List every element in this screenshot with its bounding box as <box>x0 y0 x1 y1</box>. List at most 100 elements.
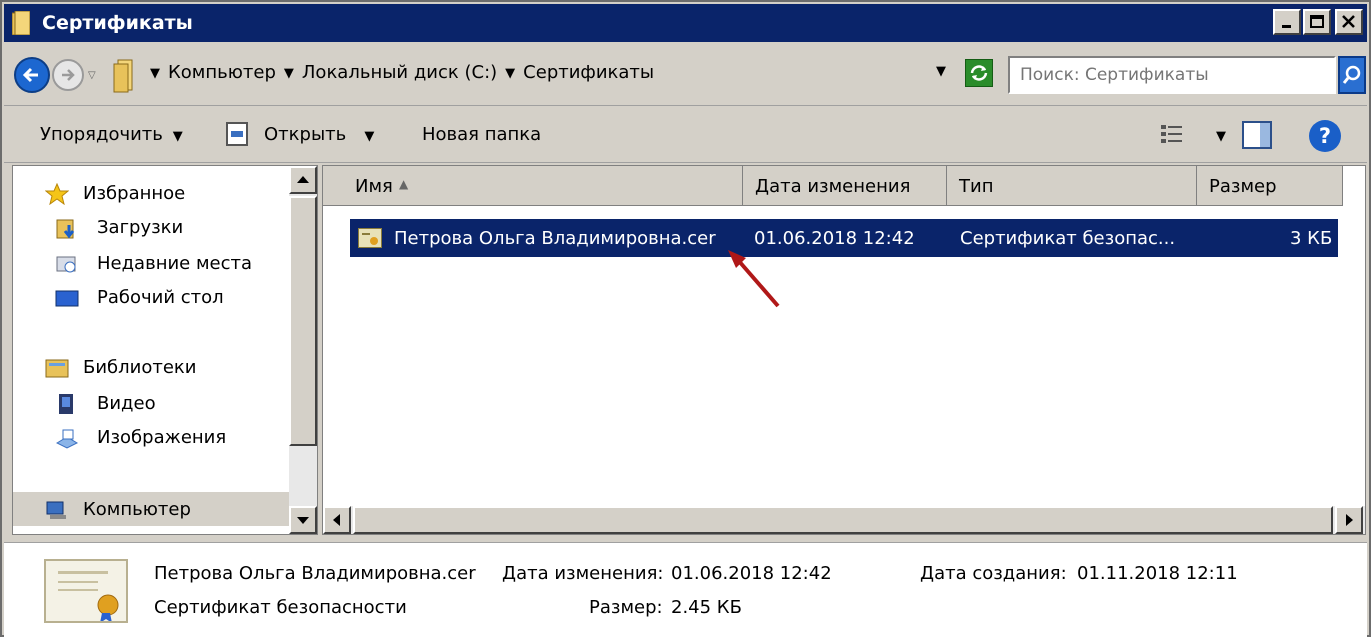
arrow-left-icon <box>22 67 38 83</box>
nav-scrollbar[interactable] <box>289 166 317 534</box>
preview-pane-icon <box>1260 123 1270 147</box>
folder-icon <box>12 11 30 35</box>
details-created-label: Дата создания: <box>920 563 1067 584</box>
libraries-icon <box>45 359 69 378</box>
preview-pane-button[interactable] <box>1242 121 1272 149</box>
column-header-type[interactable]: Тип <box>947 166 1197 206</box>
sidebar-item-recent[interactable]: Недавние места <box>13 246 289 280</box>
file-type: Сертификат безопас... <box>960 228 1176 249</box>
navigation-pane: Избранное Загрузки Недавние места Рабочи… <box>12 165 318 535</box>
horizontal-scrollbar[interactable] <box>323 506 1365 534</box>
sidebar-item-video[interactable]: Видео <box>13 386 289 420</box>
chevron-down-icon: ▼ <box>352 129 375 144</box>
column-header-date[interactable]: Дата изменения <box>743 166 947 206</box>
sidebar-item-label: Избранное <box>83 183 186 204</box>
new-folder-button[interactable]: Новая папка <box>422 124 541 145</box>
chevron-down-icon: ▼ <box>168 129 183 144</box>
window-title: Сертификаты <box>42 12 193 34</box>
back-button[interactable] <box>14 57 50 93</box>
document-icon <box>226 122 248 146</box>
column-header-name[interactable]: Имя ▲ <box>323 166 743 206</box>
refresh-icon <box>970 65 988 81</box>
arrow-left-icon <box>333 514 340 526</box>
breadcrumb-certificates[interactable]: Сертификаты <box>523 62 654 86</box>
maximize-icon <box>1310 15 1324 28</box>
minimize-button[interactable] <box>1273 9 1301 35</box>
certificate-icon <box>358 228 382 248</box>
details-modified-value: 01.06.2018 12:42 <box>671 563 832 584</box>
address-dropdown-icon[interactable]: ▼ <box>936 64 946 79</box>
maximize-button[interactable] <box>1303 9 1331 35</box>
chevron-down-icon[interactable]: ▼ <box>284 62 294 86</box>
views-icon[interactable] <box>1160 123 1184 145</box>
sidebar-item-label: Видео <box>97 393 156 414</box>
search-field[interactable] <box>1008 56 1336 94</box>
history-dropdown-icon[interactable]: ▽ <box>88 70 96 81</box>
star-icon <box>45 183 69 205</box>
sidebar-item-label: Библиотеки <box>83 357 197 378</box>
column-date-label: Дата изменения <box>755 176 911 197</box>
details-filename: Петрова Ольга Владимировна.cer <box>154 563 476 584</box>
scroll-left-button[interactable] <box>323 506 351 534</box>
scroll-thumb[interactable] <box>353 506 1333 534</box>
search-button[interactable] <box>1338 56 1366 94</box>
organize-button[interactable]: Упорядочить ▼ <box>40 124 183 145</box>
scroll-right-button[interactable] <box>1335 506 1363 534</box>
sidebar-item-computer[interactable]: Компьютер <box>13 492 289 526</box>
sidebar-item-desktop[interactable]: Рабочий стол <box>13 280 289 314</box>
refresh-button[interactable] <box>965 59 993 87</box>
downloads-folder-icon <box>56 219 75 239</box>
column-type-label: Тип <box>959 176 994 197</box>
search-input[interactable] <box>1010 58 1334 92</box>
chevron-down-icon[interactable]: ▼ <box>1216 129 1226 144</box>
forward-button[interactable] <box>52 59 84 91</box>
details-modified-label: Дата изменения: <box>502 563 664 584</box>
sidebar-item-label: Изображения <box>97 427 227 448</box>
close-icon <box>1342 15 1355 28</box>
certificate-icon <box>44 559 128 623</box>
chevron-down-icon[interactable]: ▼ <box>150 62 160 86</box>
details-filetype: Сертификат безопасности <box>154 597 407 618</box>
breadcrumb-computer[interactable]: Компьютер <box>168 62 276 86</box>
sidebar-item-libraries[interactable]: Библиотеки <box>13 350 289 384</box>
sidebar-item-images[interactable]: Изображения <box>13 420 289 454</box>
arrow-right-icon <box>1346 514 1353 526</box>
arrow-down-icon <box>297 517 309 524</box>
folder-icon <box>113 59 133 93</box>
computer-icon <box>46 501 66 519</box>
arrow-right-icon <box>62 69 75 81</box>
file-list: Имя ▲ Дата изменения Тип Размер Петрова … <box>322 165 1366 535</box>
sidebar-item-favorites[interactable]: Избранное <box>13 176 289 210</box>
scroll-thumb[interactable] <box>289 196 317 446</box>
sidebar-item-label: Рабочий стол <box>97 287 224 308</box>
details-size-label: Размер: <box>589 597 663 618</box>
search-icon <box>1342 65 1361 84</box>
title-bar[interactable]: Сертификаты <box>4 4 1367 42</box>
arrow-up-icon <box>297 176 309 183</box>
images-icon <box>55 429 79 449</box>
explorer-window: Сертификаты ▽ ▼ Компьютер ▼ Локальный ди… <box>0 0 1371 637</box>
sidebar-item-label: Недавние места <box>97 253 253 274</box>
help-icon[interactable]: ? <box>1309 120 1341 152</box>
video-icon <box>59 394 73 414</box>
organize-label: Упорядочить <box>40 124 163 145</box>
close-button[interactable] <box>1335 9 1363 35</box>
breadcrumb[interactable]: ▼ Компьютер ▼ Локальный диск (C:) ▼ Серт… <box>150 62 654 86</box>
sidebar-item-downloads[interactable]: Загрузки <box>13 210 289 244</box>
address-bar: ▽ ▼ Компьютер ▼ Локальный диск (C:) ▼ Се… <box>4 42 1367 106</box>
column-header-size[interactable]: Размер <box>1197 166 1343 206</box>
column-size-label: Размер <box>1209 176 1277 197</box>
recent-places-icon <box>56 256 76 273</box>
table-row[interactable]: Петрова Ольга Владимировна.cer 01.06.201… <box>350 219 1338 257</box>
details-created-value: 01.11.2018 12:11 <box>1077 563 1238 584</box>
minimize-icon <box>1282 25 1291 28</box>
scroll-up-button[interactable] <box>289 166 317 194</box>
details-size-value: 2.45 КБ <box>671 597 742 618</box>
details-pane: Петрова Ольга Владимировна.cer Сертифика… <box>4 542 1367 637</box>
chevron-down-icon[interactable]: ▼ <box>505 62 515 86</box>
desktop-icon <box>55 290 79 307</box>
breadcrumb-local-disk[interactable]: Локальный диск (C:) <box>302 62 497 86</box>
open-button[interactable]: Открыть ▼ <box>264 124 374 145</box>
scroll-down-button[interactable] <box>289 506 317 534</box>
sidebar-item-label: Загрузки <box>97 217 184 238</box>
